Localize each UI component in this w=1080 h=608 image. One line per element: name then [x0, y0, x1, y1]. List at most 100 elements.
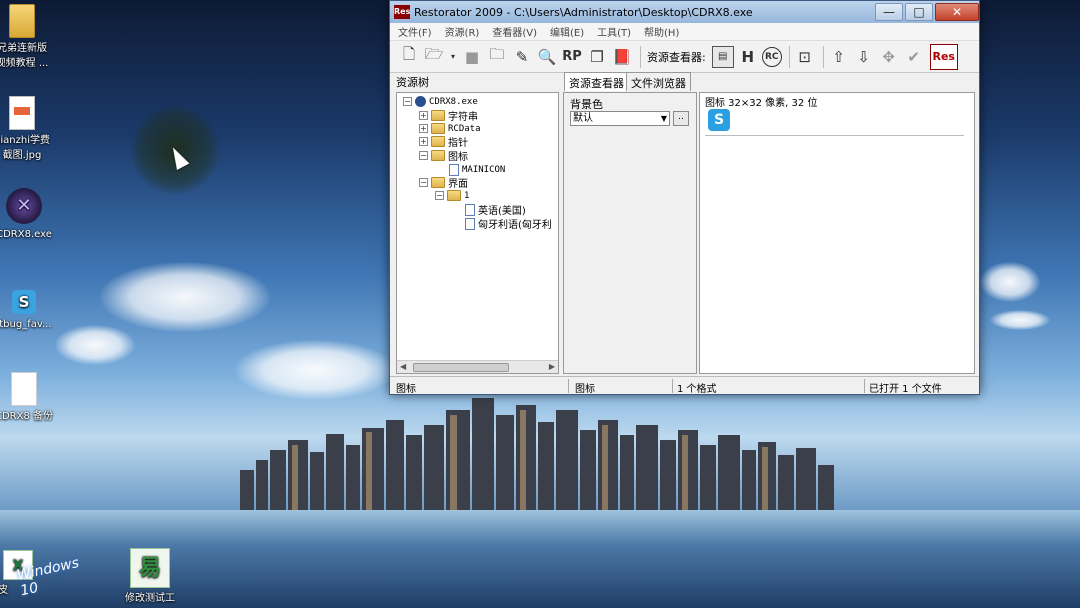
scroll-right-icon[interactable]: ▶ — [549, 362, 555, 371]
check-icon[interactable]: ✔ — [903, 46, 925, 68]
rc-viewer-icon[interactable]: RC — [761, 46, 782, 67]
desktop-icon-itbug[interactable]: S itbug_fav... — [0, 290, 64, 332]
skype-icon: S — [12, 290, 36, 314]
menu-viewer[interactable]: 查看器(V) — [492, 24, 537, 39]
desktop-icon-cdrx8[interactable]: ✕ CDRX8.exe — [0, 188, 64, 242]
tree-root[interactable]: − CDRX8.exe — [403, 95, 478, 108]
scrollbar-thumb[interactable] — [413, 363, 509, 372]
desktop-icon-tool[interactable]: 易 修改测试工 — [110, 548, 190, 606]
folder-open-icon — [431, 150, 445, 161]
close-button[interactable]: ✕ — [935, 3, 979, 21]
background-color-value: 默认 — [573, 113, 593, 124]
tree-label: 字符串 — [448, 112, 478, 123]
move-icon[interactable]: ✥ — [878, 46, 900, 68]
book-icon[interactable]: 📕 — [611, 46, 633, 68]
icon-info-text: 图标 32×32 像素, 32 位 — [705, 98, 818, 109]
resource-tree: − CDRX8.exe + 字符串 + RCData + 指针 − 图标 MAI… — [396, 92, 559, 374]
expand-icon[interactable]: + — [419, 111, 428, 120]
cloud — [990, 310, 1050, 330]
new-file-icon[interactable]: 🗋 — [398, 45, 420, 68]
status-type: 图标 — [575, 384, 595, 395]
search-icon[interactable]: 🔍 — [536, 46, 558, 68]
minimize-button[interactable]: — — [875, 3, 903, 21]
menu-edit[interactable]: 编辑(E) — [550, 24, 584, 39]
tree-label: 界面 — [448, 179, 468, 190]
tab-resource-viewer[interactable]: 资源查看器 — [564, 72, 629, 91]
open-file-icon[interactable]: 🗁 — [423, 45, 445, 68]
toolbar-separator — [788, 45, 790, 68]
desktop-icon-label: itbug_fav... — [0, 319, 52, 330]
toolbar: 🗋 🗁 ▾ ■ 🗀 ✎ 🔍 RP ❐ 📕 资源查看器: ▤ H RC ⊡ ⇧ ⇩… — [390, 41, 979, 73]
tree-item-icon[interactable]: − 图标 — [419, 149, 468, 163]
menu-resource[interactable]: 资源(R) — [445, 24, 480, 39]
restorator-logo: Res — [929, 43, 958, 70]
divider — [705, 135, 964, 136]
tree-item-lang-en[interactable]: 英语(美国) — [465, 203, 526, 217]
horizontal-scrollbar[interactable]: ◀ ▶ — [397, 360, 558, 373]
resource-preview-pane: 图标 32×32 像素, 32 位 S — [699, 92, 975, 374]
image-file-icon — [9, 96, 35, 130]
desktop-icon-folder[interactable]: 兄弟连新版 视频教程 ... — [0, 4, 62, 71]
desktop-icon-jpg[interactable]: qianzhi学费 截图.jpg — [0, 96, 62, 163]
menu-tools[interactable]: 工具(T) — [597, 24, 631, 39]
tab-file-browser[interactable]: 文件浏览器 — [626, 72, 691, 91]
folder-icon — [431, 136, 445, 147]
collapse-icon[interactable]: − — [419, 151, 428, 160]
menu-help[interactable]: 帮助(H) — [644, 24, 679, 39]
document-icon — [465, 217, 475, 230]
status-formats: 1 个格式 — [677, 384, 717, 395]
app-icon: 易 — [130, 548, 170, 588]
expand-icon[interactable]: + — [419, 124, 428, 133]
copy-icon[interactable]: ❐ — [586, 46, 608, 68]
cloud — [980, 262, 1040, 302]
browse-button[interactable]: .. — [673, 111, 689, 126]
collapse-icon[interactable]: − — [419, 178, 428, 187]
background-color-select[interactable]: 默认 ▼ — [570, 111, 670, 126]
desktop-icon-backup[interactable]: CDRX8 备份 — [0, 372, 64, 424]
background-color-label: 背景色 — [570, 98, 603, 111]
viewer-window-icon[interactable]: ▤ — [711, 45, 734, 68]
tree-label: MAINICON — [462, 164, 506, 175]
save-icon[interactable]: ■ — [461, 46, 483, 68]
exe-icon — [415, 96, 426, 107]
edit-icon[interactable]: ✎ — [511, 46, 533, 68]
toolbar-separator — [822, 45, 824, 68]
tree-item-ui[interactable]: − 界面 — [419, 176, 468, 190]
tree-label: 图标 — [448, 152, 468, 163]
arrow-down-icon[interactable]: ⇩ — [853, 46, 875, 68]
app-logo-icon: Res — [394, 5, 410, 19]
tree-item-ui-1[interactable]: − 1 — [435, 189, 469, 202]
desktop-icon-label: CDRX8.exe — [0, 229, 52, 240]
status-bar: 图标 图标 1 个格式 已打开 1 个文件 — [390, 376, 979, 395]
expand-icon[interactable]: + — [419, 137, 428, 146]
arrow-up-icon[interactable]: ⇧ — [828, 46, 850, 68]
folder-icon — [9, 4, 35, 38]
viewer-label: 资源查看器: — [647, 50, 706, 64]
title-bar[interactable]: Res Restorator 2009 - C:\Users\Administr… — [390, 1, 979, 23]
skype-icon[interactable]: S — [708, 109, 730, 131]
menu-file[interactable]: 文件(F) — [398, 24, 432, 39]
open-folder-icon[interactable]: 🗀 — [486, 45, 508, 68]
status-divider — [672, 379, 673, 393]
tree-label: 指针 — [448, 138, 468, 149]
collapse-icon[interactable]: − — [435, 191, 444, 200]
folder-icon — [431, 110, 445, 121]
coreldraw-icon: ✕ — [6, 188, 42, 224]
dropdown-arrow-icon[interactable]: ▾ — [448, 46, 458, 68]
background-settings-pane: 背景色 默认 ▼ .. — [563, 92, 697, 374]
scroll-left-icon[interactable]: ◀ — [400, 362, 406, 371]
tree-item-strings[interactable]: + 字符串 — [419, 109, 478, 123]
tree-label: CDRX8.exe — [429, 96, 478, 107]
tree-item-lang-pt[interactable]: 匈牙利语(匈牙利 — [465, 217, 552, 231]
dialog-icon[interactable]: ⊡ — [794, 46, 816, 68]
maximize-button[interactable]: □ — [905, 3, 933, 21]
tree-label: 匈牙利语(匈牙利 — [478, 220, 552, 231]
folder-open-icon — [431, 177, 445, 188]
collapse-icon[interactable]: − — [403, 97, 412, 106]
tree-item-cursor[interactable]: + 指针 — [419, 135, 468, 149]
hex-viewer-icon[interactable]: H — [737, 46, 759, 68]
window-title: Restorator 2009 - C:\Users\Administrator… — [414, 5, 753, 19]
restorator-window: Res Restorator 2009 - C:\Users\Administr… — [389, 0, 980, 395]
cloud — [55, 325, 135, 365]
rp-icon[interactable]: RP — [561, 46, 583, 68]
